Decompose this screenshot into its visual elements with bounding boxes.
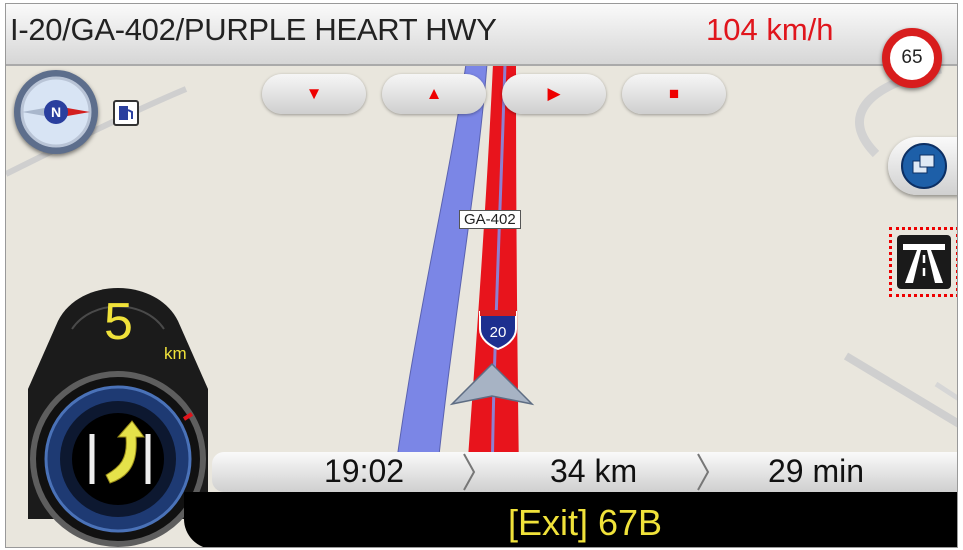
remaining-time: 29 min: [768, 453, 865, 489]
compass-label: N: [51, 104, 61, 120]
zoom-in-button[interactable]: ▲: [382, 74, 486, 114]
maneuver-distance-unit: km: [164, 344, 187, 363]
svg-text:20: 20: [490, 324, 507, 341]
street-name: I-20/GA-402/PURPLE HEART HWY: [10, 12, 497, 47]
next-exit-label: [Exit] 67B: [508, 502, 663, 543]
compass-icon: N: [20, 76, 92, 148]
layers-icon: [901, 143, 947, 189]
road-label: GA-402: [459, 210, 521, 229]
play-button[interactable]: ▶: [502, 74, 606, 114]
highway-icon: [897, 235, 951, 289]
maneuver-distance: 5: [104, 293, 133, 351]
remaining-distance: 34 km: [550, 453, 638, 489]
stop-button[interactable]: ■: [622, 74, 726, 114]
compass-button[interactable]: N: [14, 70, 98, 154]
speed-limit-sign: 65: [882, 28, 942, 88]
gas-station-icon[interactable]: [113, 100, 139, 126]
zoom-out-button[interactable]: ▼: [262, 74, 366, 114]
navigation-screen: 20 I-20/GA-402/PURPLE HEART HWY 104 km/h…: [5, 3, 958, 548]
highway-button[interactable]: [889, 227, 957, 297]
arrival-time: 19:02: [324, 453, 405, 489]
top-bar: I-20/GA-402/PURPLE HEART HWY 104 km/h: [6, 4, 957, 66]
current-speed: 104 km/h: [706, 12, 834, 47]
view-mode-button[interactable]: [888, 137, 957, 195]
